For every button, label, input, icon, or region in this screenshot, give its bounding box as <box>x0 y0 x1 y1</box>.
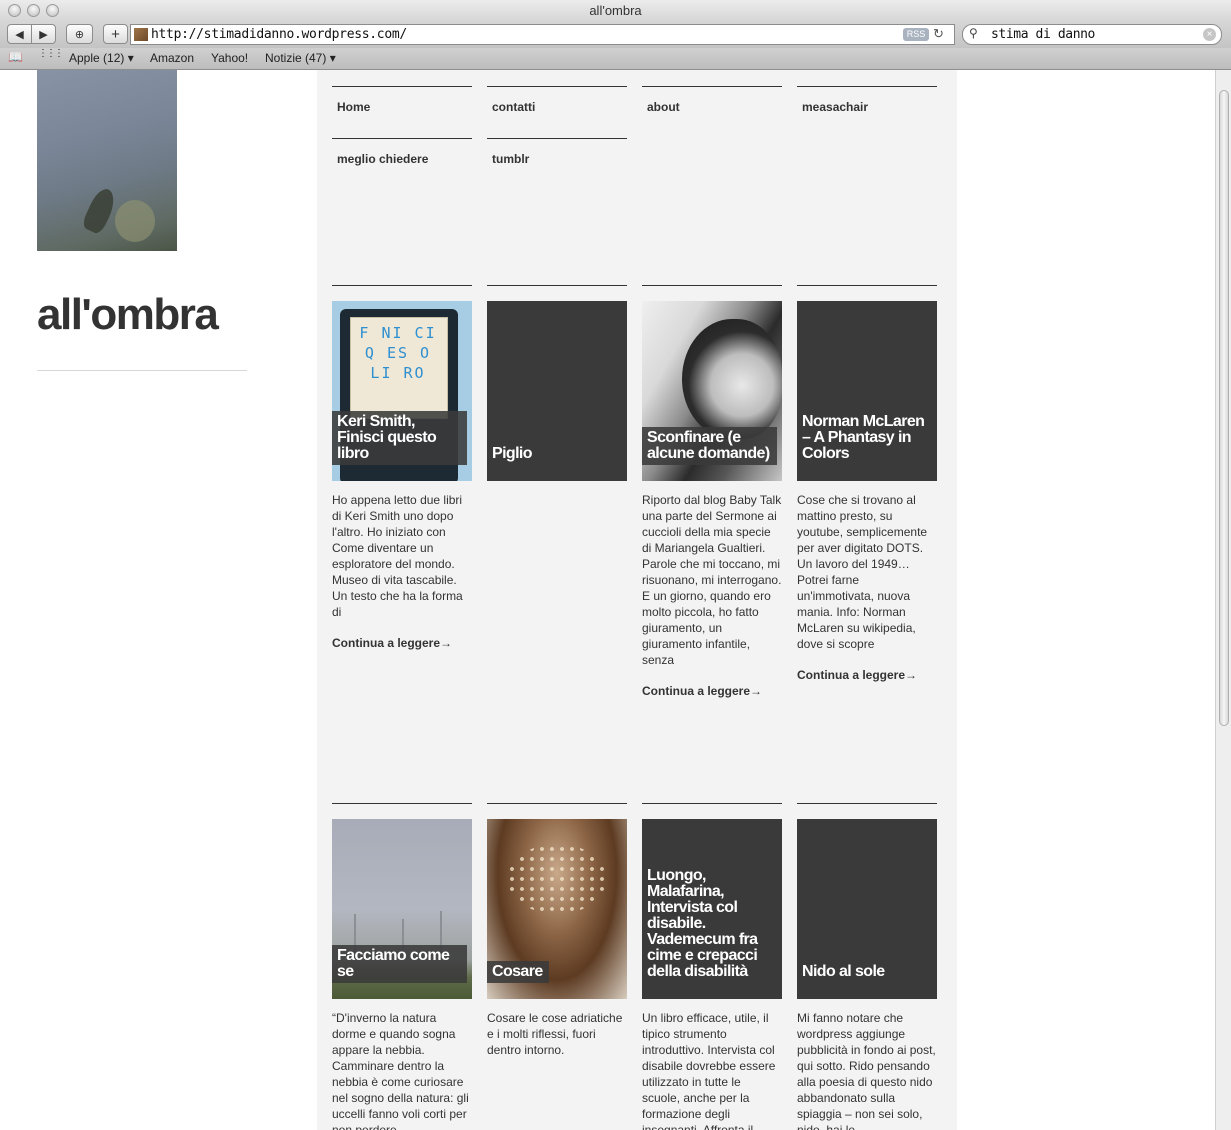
rss-icon[interactable]: RSS <box>903 28 929 41</box>
post-thumbnail[interactable]: Facciamo come se <box>332 819 472 999</box>
post-title[interactable]: Keri Smith, Finisci questo libro <box>332 411 467 465</box>
bookmark-notizie[interactable]: Notizie (47) ▾ <box>265 51 336 65</box>
nav-link-meglio-chiedere[interactable]: meglio chiedere <box>332 152 428 166</box>
post-title[interactable]: Sconfinare (e alcune domande) <box>642 427 777 465</box>
window-titlebar: all'ombra <box>0 0 1231 22</box>
address-bar[interactable]: http://stimadidanno.wordpress.com/ RSS ↻ <box>130 24 955 45</box>
post-title[interactable]: Luongo, Malafarina, Intervista col disab… <box>642 865 777 983</box>
post-card: Sconfinare (e alcune domande) Riporto da… <box>642 285 782 698</box>
header-image <box>37 70 177 251</box>
post-thumbnail[interactable]: Cosare <box>487 819 627 999</box>
forward-button[interactable]: ▶ <box>31 24 56 44</box>
read-more-link[interactable]: Continua a leggere→ <box>642 684 782 698</box>
add-tab-button[interactable]: + <box>103 24 128 44</box>
nav-item-tumblr: tumblr <box>487 138 627 168</box>
post-card: F NI CI Q ES O LI RO Keri Smith, Finisci… <box>332 285 472 650</box>
search-icon: ⚲ <box>969 26 978 40</box>
post-divider <box>332 285 472 286</box>
read-more-link[interactable]: Continua a leggere→ <box>332 636 472 650</box>
post-title[interactable]: Facciamo come se <box>332 945 467 983</box>
nav-item-home: Home <box>332 86 472 116</box>
post-excerpt: Cose che si trovano al mattino presto, s… <box>797 493 928 651</box>
post-card: Piglio <box>487 285 627 481</box>
main-content: Home contatti about measachair meglio ch… <box>317 70 957 1130</box>
read-more-link[interactable]: Continua a leggere→ <box>797 668 937 682</box>
browser-toolbar: ◀ ▶ ⊕ + http://stimadidanno.wordpress.co… <box>0 22 1231 48</box>
post-card: Luongo, Malafarina, Intervista col disab… <box>642 803 782 1130</box>
top-sites-grid-icon[interactable]: ⋮⋮⋮ <box>38 48 64 59</box>
post-divider <box>642 803 782 804</box>
nav-item-about: about <box>642 86 782 116</box>
post-title[interactable]: Nido al sole <box>797 961 891 983</box>
vertical-scrollbar[interactable] <box>1215 70 1231 1130</box>
post-divider <box>332 803 472 804</box>
add-bookmark-button[interactable]: ⊕ <box>66 24 93 44</box>
post-excerpt: Mi fanno notare che wordpress aggiunge p… <box>797 1011 936 1130</box>
post-card: Facciamo come se “D'inverno la natura do… <box>332 803 472 1130</box>
book-cover-text: F NI CI Q ES O LI RO <box>359 324 437 382</box>
post-divider <box>797 285 937 286</box>
url-text[interactable]: http://stimadidanno.wordpress.com/ <box>151 27 407 42</box>
post-thumbnail[interactable]: Luongo, Malafarina, Intervista col disab… <box>642 819 782 999</box>
post-card: Nido al sole Mi fanno notare che wordpre… <box>797 803 937 1130</box>
bookmarks-bar: 📖 ⋮⋮⋮ Apple (12) ▾ Amazon Yahoo! Notizie… <box>0 48 1231 70</box>
nav-link-tumblr[interactable]: tumblr <box>487 152 529 166</box>
bookmark-amazon[interactable]: Amazon <box>150 51 194 65</box>
post-thumbnail[interactable]: F NI CI Q ES O LI RO Keri Smith, Finisci… <box>332 301 472 481</box>
window-title: all'ombra <box>589 3 642 18</box>
post-divider <box>642 285 782 286</box>
bookmarks-book-icon[interactable]: 📖 <box>8 50 23 64</box>
site-favicon-icon <box>134 28 148 41</box>
post-divider <box>797 803 937 804</box>
nav-item-contatti: contatti <box>487 86 627 116</box>
title-divider <box>37 370 247 371</box>
nav-link-about[interactable]: about <box>642 100 680 114</box>
clear-search-icon[interactable]: × <box>1203 28 1216 41</box>
nav-link-contatti[interactable]: contatti <box>487 100 535 114</box>
back-button[interactable]: ◀ <box>7 24 32 44</box>
search-input[interactable] <box>989 26 1203 43</box>
nav-link-measachair[interactable]: measachair <box>797 100 868 114</box>
post-excerpt: Un libro efficace, utile, il tipico stru… <box>642 1011 776 1130</box>
post-divider <box>487 285 627 286</box>
post-divider <box>487 803 627 804</box>
post-card: Norman McLaren – A Phantasy in Colors Co… <box>797 285 937 682</box>
nav-link-home[interactable]: Home <box>332 100 370 114</box>
post-excerpt: Ho appena letto due libri di Keri Smith … <box>332 493 463 619</box>
post-excerpt: Riporto dal blog Baby Talk una parte del… <box>642 493 782 667</box>
nav-item-measachair: measachair <box>797 86 937 116</box>
post-excerpt: Cosare le cose adriatiche e i molti rifl… <box>487 1011 623 1057</box>
post-title[interactable]: Piglio <box>487 443 538 465</box>
post-title[interactable]: Cosare <box>487 961 549 983</box>
bookmark-yahoo[interactable]: Yahoo! <box>211 51 248 65</box>
scrollbar-thumb[interactable] <box>1219 90 1229 726</box>
page-viewport: all'ombra Home contatti about measachair… <box>0 70 1215 1130</box>
post-card: Cosare Cosare le cose adriatiche e i mol… <box>487 803 627 1058</box>
nav-item-meglio-chiedere: meglio chiedere <box>332 138 472 168</box>
bookmark-apple[interactable]: Apple (12) ▾ <box>69 51 134 65</box>
reload-icon[interactable]: ↻ <box>933 26 944 42</box>
post-excerpt: “D'inverno la natura dorme e quando sogn… <box>332 1011 469 1130</box>
post-thumbnail[interactable]: Sconfinare (e alcune domande) <box>642 301 782 481</box>
post-thumbnail[interactable]: Piglio <box>487 301 627 481</box>
post-title[interactable]: Norman McLaren – A Phantasy in Colors <box>797 411 932 465</box>
search-field[interactable]: ⚲ × <box>962 24 1222 45</box>
post-thumbnail[interactable]: Nido al sole <box>797 819 937 999</box>
post-thumbnail[interactable]: Norman McLaren – A Phantasy in Colors <box>797 301 937 481</box>
site-title[interactable]: all'ombra <box>37 290 219 340</box>
